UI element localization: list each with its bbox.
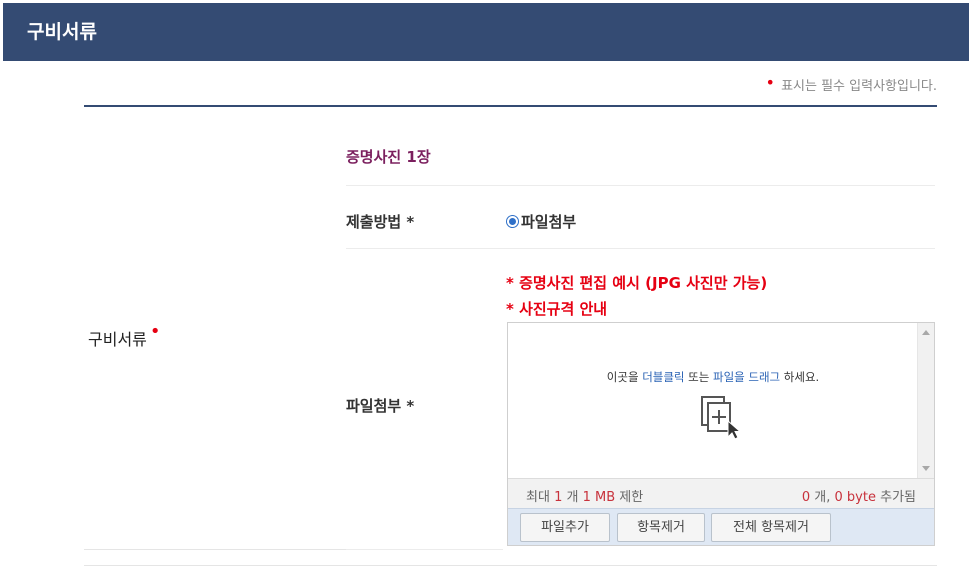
radio-label: 파일첨부 [521, 213, 577, 231]
table-bottom-divider [84, 565, 937, 566]
submit-method-label: 제출방법 * [346, 213, 415, 231]
file-attach-label: 파일첨부 * [346, 397, 415, 415]
drop-instructions: 이곳을 더블클릭 또는 파일을 드래그 하세요. [508, 369, 918, 385]
drop-zone-scrollbar[interactable] [917, 323, 934, 478]
drop-text-suffix: 하세요. [780, 370, 820, 384]
added-suffix: 추가됨 [875, 490, 916, 505]
file-uploader: 이곳을 더블클릭 또는 파일을 드래그 하세요. 최대 1 개 1 MB 제한 … [507, 322, 935, 546]
required-dot-icon: • [765, 73, 775, 92]
divider [346, 185, 935, 186]
photo-example-link[interactable]: * 증명사진 편집 예시 (JPG 사진만 가능) [506, 272, 767, 293]
row-label-documents: 구비서류 • [88, 321, 161, 350]
upload-button-bar: 파일추가 항목제거 전체 항목제거 [508, 508, 934, 545]
remove-item-button[interactable]: 항목제거 [617, 513, 705, 542]
file-drop-zone[interactable]: 이곳을 더블클릭 또는 파일을 드래그 하세요. [508, 323, 918, 478]
page-title: 구비서류 [27, 21, 97, 43]
page-header: 구비서류 [3, 3, 969, 61]
limit-mid: 개 [562, 490, 583, 505]
remove-all-button[interactable]: 전체 항목제거 [711, 513, 831, 542]
scroll-down-icon[interactable] [922, 466, 930, 471]
table-top-divider [84, 105, 937, 107]
limit-suffix: 제한 [615, 490, 644, 505]
divider [346, 248, 935, 249]
add-file-button[interactable]: 파일추가 [520, 513, 610, 542]
added-count: 0 [801, 490, 811, 505]
radio-file-attach[interactable]: 파일첨부 [506, 211, 576, 232]
required-note: • 표시는 필수 입력사항입니다. [766, 73, 938, 94]
required-note-text: 표시는 필수 입력사항입니다. [781, 79, 937, 94]
add-file-icon [701, 396, 742, 440]
drop-text-middle: 또는 [684, 370, 713, 384]
added-size: 0 byte [834, 490, 876, 505]
drop-text-prefix: 이곳을 [606, 370, 643, 384]
added-mid: 개, [810, 490, 835, 505]
upload-count-text: 0 개, 0 byte 추가됨 [802, 486, 916, 505]
drop-text-drag: 파일을 드래그 [713, 370, 781, 384]
upload-status-bar: 최대 1 개 1 MB 제한 0 개, 0 byte 추가됨 [508, 478, 934, 508]
radio-checked-icon[interactable] [506, 215, 519, 228]
drop-text-dblclick: 더블클릭 [642, 370, 685, 384]
row-label-text: 구비서류 [88, 330, 147, 349]
divider [84, 549, 346, 550]
scroll-up-icon[interactable] [922, 330, 930, 335]
photo-spec-link[interactable]: * 사진규격 안내 [506, 298, 607, 319]
section-subtitle: 증명사진 1장 [346, 148, 431, 166]
required-mark-icon: • [149, 321, 161, 342]
limit-size: 1 MB [582, 490, 616, 505]
limit-prefix: 최대 [526, 490, 555, 505]
divider [346, 549, 503, 550]
upload-limit-text: 최대 1 개 1 MB 제한 [526, 486, 643, 505]
